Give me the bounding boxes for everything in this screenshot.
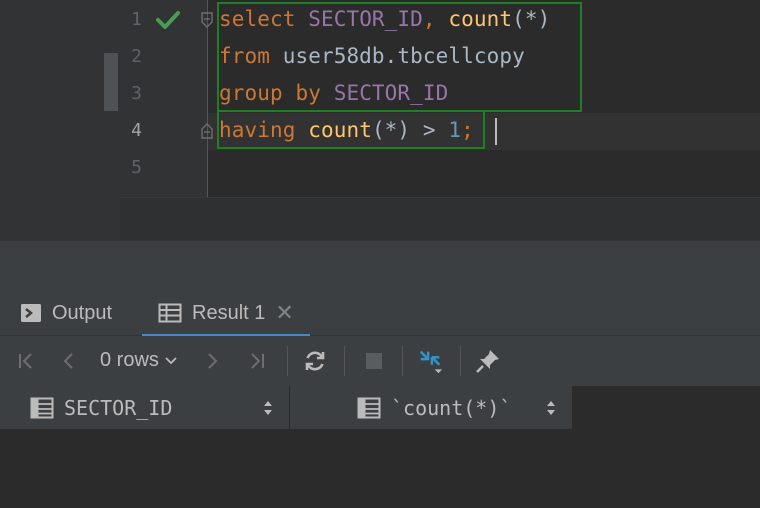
code-token: group by [219,81,321,105]
gutter-divider [207,0,208,197]
tab-output[interactable]: Output [20,290,112,336]
rows-count-dropdown[interactable]: 0 rows [100,349,179,372]
toolbar-separator [460,346,461,376]
code-line-3[interactable]: group by SECTOR_ID [219,81,448,105]
code-token: from [219,44,270,68]
first-page-button[interactable] [12,347,40,375]
code-token: SECTOR_ID [333,81,449,105]
next-page-icon [208,353,218,369]
previous-page-button[interactable] [55,347,83,375]
text-caret [495,118,497,145]
check-icon [156,11,180,29]
stop-icon [366,353,382,369]
column-icon [357,397,381,419]
next-page-button[interactable] [198,347,226,375]
code-token: select [219,7,296,31]
previous-page-icon [63,353,73,369]
column-header-label: `count(*)` [391,396,512,420]
code-token: ; [461,118,474,142]
column-header-sector-id[interactable]: SECTOR_ID [30,386,172,430]
column-header-count[interactable]: `count(*)` [357,386,511,430]
line-number: 5 [131,157,142,178]
column-divider[interactable] [289,386,290,430]
last-page-button[interactable] [243,347,271,375]
code-token: 1 [448,118,462,142]
code-token: (*) > [371,118,449,142]
tab-result-label: Result 1 [192,301,266,324]
result-toolbar: 0 rows [0,336,760,386]
last-page-icon [251,353,264,369]
sort-icon[interactable] [263,400,273,416]
stop-button[interactable] [360,347,388,375]
toolbar-separator [287,346,288,376]
column-header-label: SECTOR_ID [64,396,173,420]
chevron-down-icon [165,356,177,364]
line-number: 3 [131,83,142,104]
code-token: user58db.tbcellcopy [269,44,525,68]
left-panel-strip [0,0,120,240]
line-number: 1 [131,9,142,30]
fold-start-icon[interactable] [200,12,214,28]
grid-header: SECTOR_ID `count(*)` [0,386,572,430]
line-number: 2 [131,46,142,67]
code-token: count [448,7,513,31]
fold-end-icon[interactable] [200,123,214,139]
console-icon [21,304,41,322]
compare-button[interactable] [416,347,444,375]
toolbar-separator [402,346,403,376]
code-line-4[interactable]: having count(*) > 1; [219,118,474,142]
code-token: having [219,118,296,142]
rows-count-label: 0 rows [100,349,159,371]
column-icon [30,397,54,419]
pin-icon [476,350,499,373]
table-icon [158,303,182,323]
code-token: , [422,7,449,31]
sql-editor[interactable]: 1 2 3 4 5 select SECTOR_ID, count(*) fro… [0,0,760,240]
pin-button[interactable] [474,347,502,375]
code-line-1[interactable]: select SECTOR_ID, count(*) [219,7,550,31]
left-scrollbar-thumb[interactable] [104,53,118,111]
tab-output-label: Output [52,301,113,324]
result-grid[interactable]: SECTOR_ID `count(*)` [0,386,760,508]
line-number: 4 [131,120,142,141]
first-page-icon [19,353,32,369]
code-line-2[interactable]: from user58db.tbcellcopy [219,44,525,68]
sort-icon[interactable] [546,400,556,416]
editor-bottom-area [120,197,760,240]
code-token: count [308,118,372,142]
tool-window-tabs: Output Result 1 ✕ [0,290,760,337]
close-icon[interactable]: ✕ [275,300,293,326]
tab-result-1[interactable]: Result 1 ✕ [142,290,310,337]
refresh-button[interactable] [301,347,329,375]
refresh-icon [305,351,325,371]
code-token: (*) [512,7,551,31]
compare-icon [419,350,443,374]
panel-splitter[interactable] [0,240,760,290]
toolbar-separator [344,346,345,376]
code-token: SECTOR_ID [308,7,423,31]
